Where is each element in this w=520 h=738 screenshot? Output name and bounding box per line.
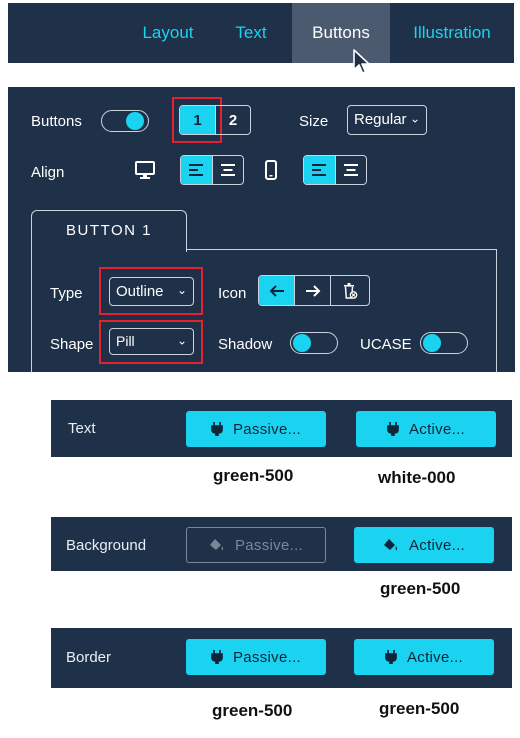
desktop-align-center[interactable] [211, 156, 243, 184]
border-active-label: Active... [406, 648, 464, 666]
text-active-caption: white-000 [378, 468, 456, 487]
plug-icon [211, 422, 223, 436]
arrow-right-icon [305, 284, 320, 297]
background-passive-label: Passive... [234, 536, 304, 554]
chevron-down-icon: ⌄ [176, 332, 187, 347]
text-passive-button[interactable]: Passive... [186, 411, 326, 447]
size-select[interactable]: Regular ⌄ [347, 105, 427, 135]
buttons-label: Buttons [31, 113, 82, 130]
icon-remove-option[interactable] [329, 276, 369, 305]
top-tab-bar: Layout Text Buttons Illustration [8, 3, 514, 63]
desktop-align-group [180, 155, 244, 185]
subtab-frame-right [496, 250, 497, 372]
size-select-value: Regular [354, 111, 407, 128]
align-label: Align [31, 164, 65, 181]
background-active-caption: green-500 [380, 579, 461, 598]
subtab-frame-left [31, 250, 32, 372]
arrow-cursor-icon [353, 49, 370, 74]
plug-icon [211, 650, 223, 664]
type-select[interactable]: Outline ⌄ [109, 277, 194, 306]
shape-select-value: Pill [116, 333, 135, 349]
subtab-divider [186, 249, 497, 250]
mobile-align-center[interactable] [334, 156, 366, 184]
icon-position-group [258, 275, 370, 306]
icon-right-option[interactable] [294, 276, 329, 305]
paint-bucket-icon [383, 539, 398, 551]
plug-icon [387, 422, 399, 436]
ucase-label: UCASE [360, 336, 412, 353]
shadow-toggle[interactable] [290, 332, 338, 354]
tab-illustration[interactable]: Illustration [402, 3, 502, 63]
text-row-label: Text [68, 420, 96, 437]
border-active-caption: green-500 [379, 699, 460, 718]
text-color-row: Text Passive... Active... [51, 400, 512, 457]
background-row-label: Background [66, 537, 147, 554]
border-passive-caption: green-500 [212, 701, 293, 720]
chevron-down-icon: ⌄ [176, 282, 187, 297]
background-passive-button[interactable]: Passive... [186, 527, 326, 563]
tab-text[interactable]: Text [220, 3, 282, 63]
text-active-label: Active... [408, 420, 466, 438]
desktop-align-left[interactable] [181, 156, 212, 184]
mobile-align-group [303, 155, 367, 185]
text-active-button[interactable]: Active... [356, 411, 496, 447]
tab-button-1-label: BUTTON 1 [66, 222, 152, 239]
trash-icon [343, 282, 358, 299]
border-row-label: Border [66, 649, 112, 666]
button-number-selector: 1 2 [179, 105, 251, 135]
shape-select[interactable]: Pill ⌄ [109, 328, 194, 355]
chevron-down-icon: ⌄ [409, 111, 420, 126]
size-label: Size [299, 113, 329, 130]
button-number-1[interactable]: 1 [180, 106, 215, 134]
text-passive-caption: green-500 [213, 466, 294, 485]
border-passive-label: Passive... [232, 648, 302, 666]
background-active-button[interactable]: Active... [354, 527, 494, 563]
ucase-toggle[interactable] [420, 332, 468, 354]
button-number-2[interactable]: 2 [214, 106, 250, 134]
border-passive-button[interactable]: Passive... [186, 639, 326, 675]
align-left-icon [189, 164, 204, 176]
paint-bucket-icon [209, 539, 224, 551]
desktop-icon[interactable] [134, 160, 156, 180]
arrow-left-icon [269, 284, 284, 297]
border-color-row: Border Passive... Active... [51, 628, 512, 688]
tab-layout[interactable]: Layout [118, 3, 218, 63]
shadow-label: Shadow [218, 336, 273, 353]
type-select-value: Outline [116, 283, 164, 300]
mobile-icon[interactable] [264, 159, 278, 181]
tab-button-1[interactable]: BUTTON 1 [31, 210, 187, 252]
background-color-row: Background Passive... Active... [51, 517, 512, 571]
icon-label: Icon [218, 285, 247, 302]
type-label: Type [50, 285, 83, 302]
text-passive-label: Passive... [232, 420, 302, 438]
align-center-icon [343, 164, 358, 176]
shape-label: Shape [50, 336, 94, 353]
mobile-align-left[interactable] [304, 156, 335, 184]
plug-icon [385, 650, 397, 664]
buttons-toggle[interactable] [101, 110, 149, 132]
border-active-button[interactable]: Active... [354, 639, 494, 675]
align-left-icon [312, 164, 327, 176]
background-active-label: Active... [408, 536, 466, 554]
align-center-icon [220, 164, 235, 176]
icon-left-option[interactable] [259, 276, 295, 305]
tab-buttons[interactable]: Buttons [292, 3, 390, 63]
